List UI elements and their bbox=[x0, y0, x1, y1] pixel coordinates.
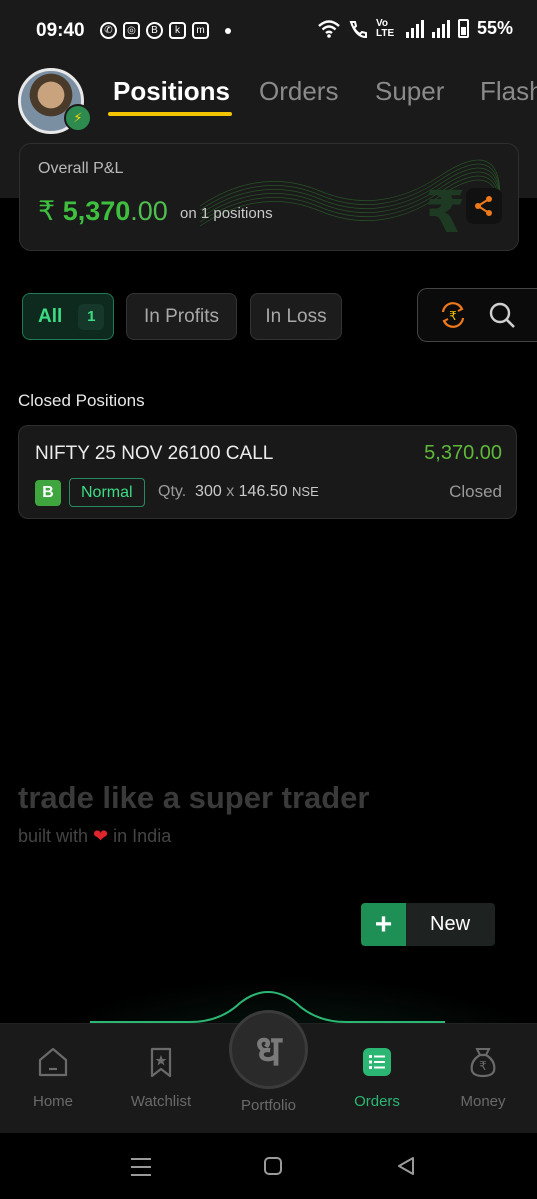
nav-money-label: Money bbox=[460, 1093, 506, 1110]
filter-in-profits-label: In Profits bbox=[144, 305, 219, 327]
qty-times: x bbox=[226, 483, 235, 500]
filter-all-chip[interactable]: All 1 bbox=[22, 293, 114, 340]
tab-positions[interactable]: Positions bbox=[113, 76, 230, 107]
share-button[interactable] bbox=[466, 188, 502, 224]
home-icon bbox=[36, 1045, 70, 1079]
position-card[interactable]: NIFTY 25 NOV 26100 CALL 5,370.00 B Norma… bbox=[18, 425, 517, 519]
tagline-sub-before: built with bbox=[18, 826, 89, 846]
signal-icon-1 bbox=[405, 19, 424, 38]
filter-all-label: All bbox=[38, 305, 63, 327]
tools-panel: ₹ bbox=[417, 288, 537, 342]
nav-portfolio-label[interactable]: Portfolio bbox=[229, 1097, 308, 1114]
filter-all-count: 1 bbox=[78, 303, 105, 330]
app-notification-icon: k bbox=[169, 22, 186, 39]
filter-in-loss-chip[interactable]: In Loss bbox=[250, 293, 342, 340]
money-bag-icon: ₹ bbox=[466, 1045, 500, 1079]
pnl-value-int: 5,370 bbox=[62, 196, 131, 226]
new-order-button[interactable]: + New bbox=[361, 903, 495, 946]
signal-icon-2 bbox=[431, 19, 450, 38]
share-icon bbox=[475, 196, 492, 216]
instagram-icon: ◎ bbox=[123, 22, 140, 39]
position-status: Closed bbox=[449, 482, 502, 501]
pnl-value: ₹ 5,370.00 bbox=[38, 196, 168, 227]
heart-icon: ❤ bbox=[93, 826, 109, 846]
tab-orders[interactable]: Orders bbox=[259, 76, 338, 107]
tab-flash[interactable]: Flash bbox=[480, 76, 537, 107]
nav-money[interactable]: ₹ Money bbox=[438, 1023, 528, 1110]
tagline-title: trade like a super trader bbox=[18, 780, 370, 815]
filter-in-profits-chip[interactable]: In Profits bbox=[126, 293, 237, 340]
network-type: Vo LTE bbox=[375, 17, 395, 39]
position-pnl: 5,370.00 bbox=[424, 442, 502, 464]
orders-icon bbox=[360, 1045, 394, 1079]
qty-value: 300 bbox=[195, 483, 222, 500]
active-tab-indicator bbox=[108, 112, 232, 116]
portfolio-fab[interactable]: ध bbox=[229, 1010, 308, 1089]
tagline-sub-after: in India bbox=[113, 826, 172, 846]
system-navigation-bar bbox=[0, 1133, 537, 1199]
bookmark-icon bbox=[144, 1045, 178, 1079]
message-icon: m bbox=[192, 22, 209, 39]
closed-positions-title: Closed Positions bbox=[18, 391, 145, 410]
svg-text:₹: ₹ bbox=[449, 309, 457, 323]
exchange-label: NSE bbox=[292, 484, 319, 499]
nav-watchlist[interactable]: Watchlist bbox=[116, 1023, 206, 1110]
rupee-watermark-icon: ₹ bbox=[425, 180, 466, 245]
svg-text:₹: ₹ bbox=[479, 1059, 487, 1073]
battery-icon bbox=[457, 19, 469, 38]
pnl-value-decimal: .00 bbox=[130, 196, 168, 226]
currency-symbol: ₹ bbox=[38, 196, 56, 226]
buy-badge: B bbox=[35, 480, 61, 506]
nav-home[interactable]: Home bbox=[8, 1023, 98, 1110]
plus-icon: + bbox=[361, 903, 406, 946]
product-type-badge: Normal bbox=[69, 478, 145, 507]
nav-orders[interactable]: Orders bbox=[332, 1023, 422, 1110]
position-symbol: NIFTY 25 NOV 26100 CALL bbox=[35, 443, 274, 464]
battery-level: 55% bbox=[476, 18, 513, 38]
nav-home-label: Home bbox=[32, 1093, 73, 1110]
pnl-label: Overall P&L bbox=[38, 160, 124, 177]
recent-apps-icon[interactable] bbox=[130, 1157, 152, 1177]
search-icon[interactable] bbox=[488, 301, 516, 329]
tab-super[interactable]: Super bbox=[375, 76, 444, 107]
pnl-subtext: on 1 positions bbox=[180, 205, 273, 222]
convert-rupee-icon[interactable]: ₹ bbox=[438, 300, 468, 330]
tagline-subtitle: built with ❤ in India bbox=[18, 826, 171, 847]
new-order-label: New bbox=[430, 913, 471, 935]
whatsapp-icon: ✆ bbox=[100, 22, 117, 39]
more-notifications-icon bbox=[225, 27, 231, 34]
status-bar: 09:40 ✆ ◎ B k m Vo LTE 55% bbox=[0, 0, 537, 62]
back-icon[interactable] bbox=[396, 1156, 416, 1176]
nav-orders-label: Orders bbox=[354, 1093, 400, 1110]
status-time: 09:40 bbox=[36, 20, 85, 41]
nav-watchlist-label: Watchlist bbox=[130, 1093, 192, 1110]
notification-icons: ✆ ◎ B k m bbox=[100, 22, 231, 39]
wifi-icon bbox=[318, 19, 340, 38]
call-icon bbox=[349, 20, 367, 38]
qty-label: Qty. bbox=[158, 483, 187, 500]
home-button-icon[interactable] bbox=[263, 1156, 283, 1176]
position-qty: Qty. 300 x 146.50 NSE bbox=[158, 483, 319, 501]
system-indicators: Vo LTE 55% bbox=[318, 18, 513, 39]
filter-in-loss-label: In Loss bbox=[265, 305, 327, 327]
portfolio-icon: ध bbox=[255, 1027, 282, 1074]
overall-pnl-card: ₹ Overall P&L ₹ 5,370.00 on 1 positions bbox=[19, 143, 519, 251]
avg-price: 146.50 bbox=[238, 483, 288, 500]
whatsapp-business-icon: B bbox=[146, 22, 163, 39]
lightning-icon: ⚡ bbox=[64, 104, 92, 132]
